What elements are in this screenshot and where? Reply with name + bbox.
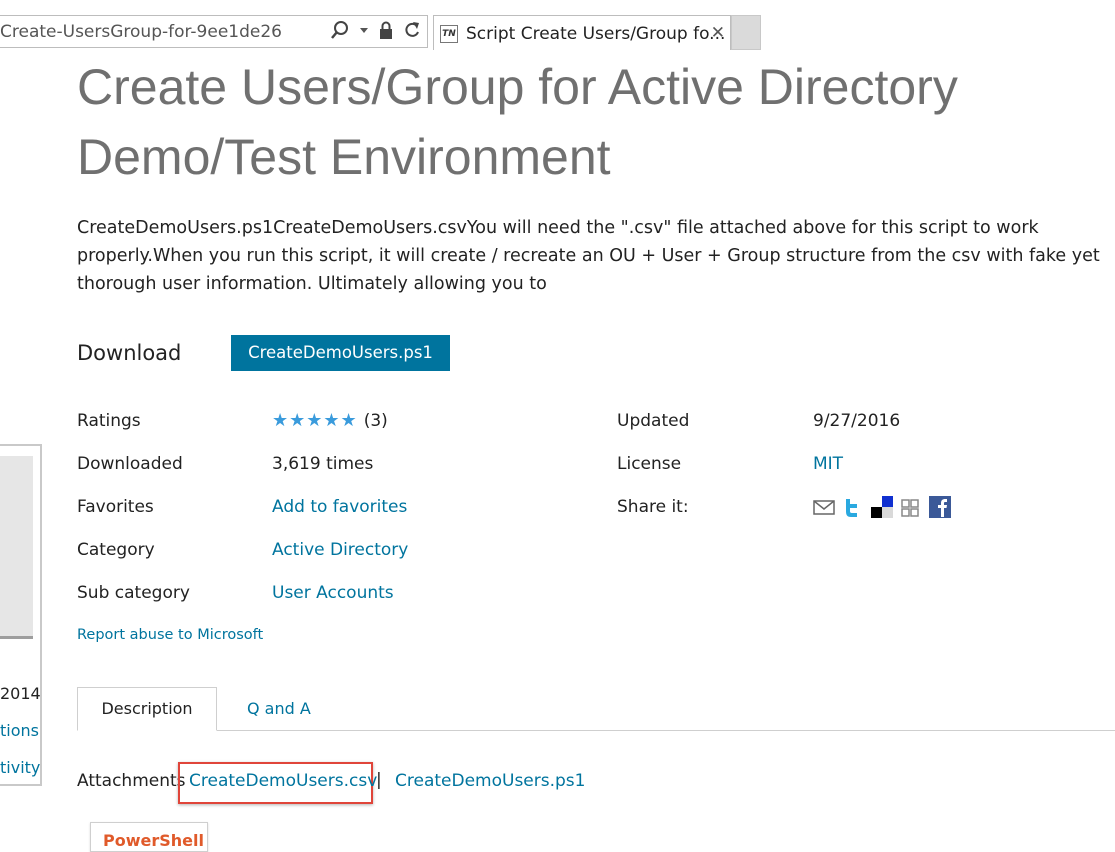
technet-favicon-icon: TN <box>440 25 458 43</box>
license-link[interactable]: MIT <box>813 454 843 474</box>
share-icons <box>813 496 951 518</box>
category-link[interactable]: Active Directory <box>272 540 408 560</box>
sidebar-year: 2014 <box>0 684 41 703</box>
download-label: Download <box>77 341 182 365</box>
attachment-ps1-link[interactable]: CreateDemoUsers.ps1 <box>395 771 585 791</box>
rating-stars[interactable]: ★★★★★ (3) <box>272 410 388 431</box>
tab-title[interactable]: Script Create Users/Group fo... <box>466 24 725 44</box>
code-language-label: PowerShell <box>103 831 204 850</box>
search-icon[interactable] <box>330 20 350 46</box>
ratings-label: Ratings <box>77 411 141 431</box>
updated-label: Updated <box>617 411 690 431</box>
report-abuse-link[interactable]: Report abuse to Microsoft <box>77 627 263 643</box>
subcategory-link[interactable]: User Accounts <box>272 583 394 603</box>
downloaded-label: Downloaded <box>77 454 183 474</box>
download-button[interactable]: CreateDemoUsers.ps1 <box>231 335 450 371</box>
address-bar-icons <box>330 20 421 46</box>
tab-description[interactable]: Description <box>77 687 217 731</box>
attachments-label: Attachments <box>77 771 186 791</box>
address-bar[interactable]: Create-UsersGroup-for-9ee1de26 <box>0 15 428 48</box>
code-language-tab[interactable]: PowerShell <box>90 822 208 852</box>
downloaded-value: 3,619 times <box>272 454 374 474</box>
updated-value: 9/27/2016 <box>813 411 901 431</box>
refresh-icon[interactable] <box>403 20 421 46</box>
license-label: License <box>617 454 682 474</box>
ratings-count: (3) <box>363 411 388 431</box>
share-label: Share it: <box>617 497 689 517</box>
sidebar-gray-panel <box>0 456 33 639</box>
add-to-favorites-link[interactable]: Add to favorites <box>272 497 407 517</box>
email-icon[interactable] <box>813 496 835 518</box>
tab-q-and-a[interactable]: Q and A <box>247 699 311 718</box>
close-icon[interactable]: ✕ <box>711 23 725 43</box>
delicious-icon[interactable] <box>871 496 893 518</box>
facebook-icon[interactable] <box>929 496 951 518</box>
twitter-icon[interactable] <box>842 496 864 518</box>
category-label: Category <box>77 540 155 560</box>
chevron-down-icon[interactable] <box>359 20 369 46</box>
browser-tab[interactable]: TN Script Create Users/Group fo... ✕ <box>433 15 731 50</box>
favorites-label: Favorites <box>77 497 154 517</box>
attachment-csv-link[interactable]: CreateDemoUsers.csv <box>189 771 377 791</box>
sidebar-link-partial[interactable]: tivity <box>0 758 40 777</box>
star-icon[interactable]: ★★★★★ <box>272 410 358 431</box>
sidebar-link-partial[interactable]: tions <box>0 721 39 740</box>
page-title: Create Users/Group for Active Directory … <box>77 59 958 185</box>
attachment-separator: | <box>376 770 382 790</box>
tab-bar-divider <box>77 730 1115 731</box>
browser-chrome: Create-UsersGroup-for-9ee1de26 TN Script… <box>0 0 1115 50</box>
lock-icon[interactable] <box>378 20 394 46</box>
digg-icon[interactable] <box>900 496 922 518</box>
subcategory-label: Sub category <box>77 583 190 603</box>
address-text[interactable]: Create-UsersGroup-for-9ee1de26 <box>0 22 282 42</box>
new-tab-button[interactable] <box>731 15 761 50</box>
script-summary: CreateDemoUsers.ps1CreateDemoUsers.csvYo… <box>77 218 1100 294</box>
